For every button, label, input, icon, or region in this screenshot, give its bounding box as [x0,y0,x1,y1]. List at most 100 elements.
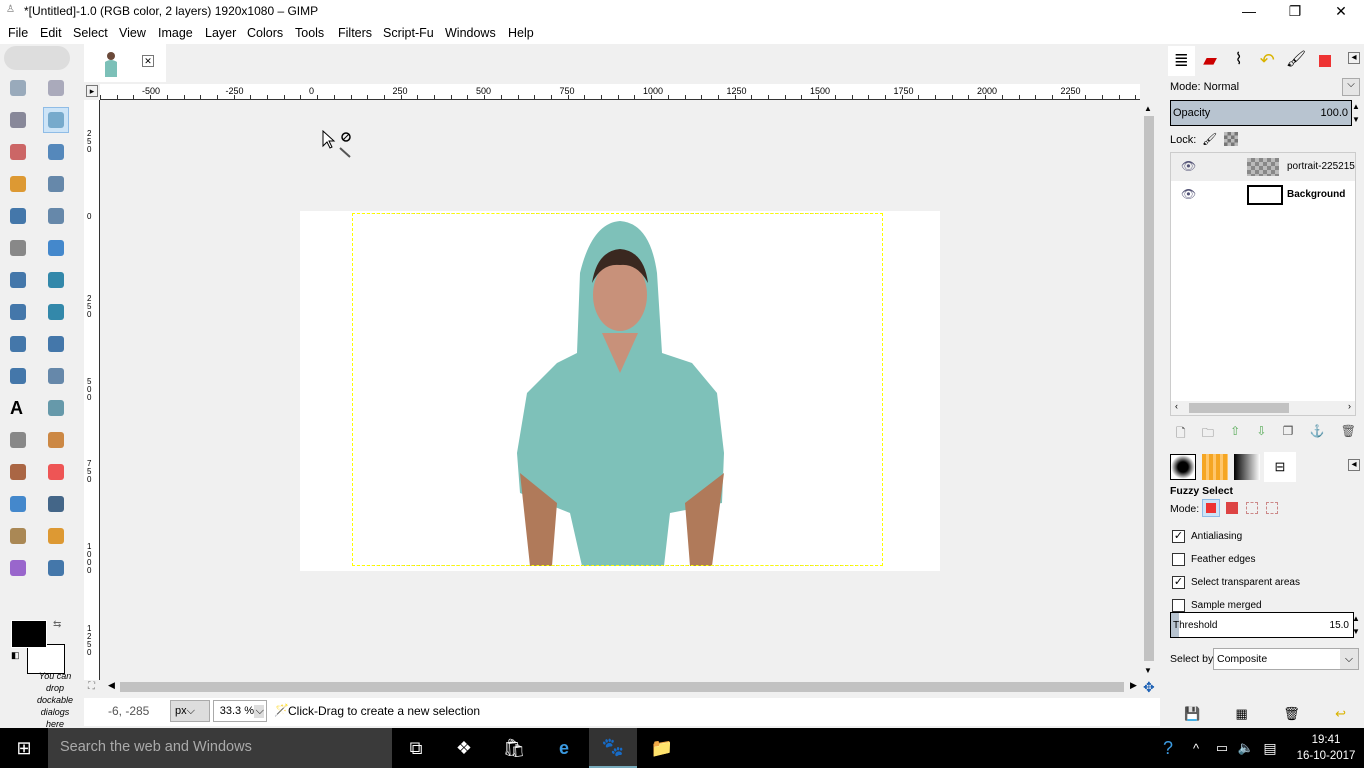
option-select-transparent-areas[interactable]: ✓ Select transparent areas [1172,576,1300,589]
tab-channels[interactable]: ▰ [1197,46,1224,76]
mode-intersect-button[interactable] [1266,502,1278,514]
tool-flip[interactable] [5,363,31,389]
tool-shear[interactable] [5,331,31,357]
menu-image[interactable]: Image [158,26,193,40]
tool-rotate[interactable] [5,299,31,325]
menu-filters[interactable]: Filters [338,26,372,40]
tab-tool-options[interactable]: ⊟ [1264,452,1296,482]
image-canvas[interactable] [100,100,1140,680]
lock-alpha-icon[interactable] [1224,132,1238,146]
menu-colors[interactable]: Colors [247,26,283,40]
checkbox[interactable] [1172,599,1185,612]
tool-measure[interactable] [5,235,31,261]
horizontal-ruler[interactable]: -500 -250 0 250 500 750 1000 1250 1500 1750 2000 22… [100,84,1140,100]
notifications-icon[interactable]: ▤ [1258,728,1282,768]
tab-gradients[interactable] [1234,454,1260,480]
help-tray-icon[interactable]: ? [1156,728,1180,768]
menu-file[interactable]: File [8,26,28,40]
tool-fuzzy-select[interactable] [43,107,69,133]
search-box[interactable]: Search the web and Windows [48,728,392,768]
option-sample-merged[interactable]: Sample merged [1172,599,1262,612]
lower-layer-icon[interactable]: ⇩ [1256,424,1266,445]
tool-heal[interactable] [43,523,69,549]
tool-bucket-fill[interactable] [43,395,69,421]
anchor-layer-icon[interactable]: ⚓ [1310,424,1325,445]
tool-blend[interactable] [5,427,31,453]
zoom-image-toggle-icon[interactable]: ⛶ [88,681,95,692]
tab-selection-editor[interactable] [1311,46,1338,76]
close-tab-icon[interactable]: ✕ [142,55,154,67]
threshold-slider[interactable]: Threshold 15.0 [1170,612,1354,638]
menu-help[interactable]: Help [508,26,534,40]
zoom-dropdown[interactable]: 33.3 % ⌵ [213,700,267,722]
tool-ink[interactable] [43,491,69,517]
tab-brushes-dialog[interactable] [1170,454,1196,480]
layer-mode-dropdown[interactable]: ⌵ [1342,78,1360,96]
tab-layers[interactable]: ≣ [1168,46,1195,76]
checkbox[interactable]: ✓ [1172,530,1185,543]
horizontal-scrollbar[interactable]: ◀ ▶ [100,680,1140,694]
lock-pixels-icon[interactable]: 🖌 [1202,132,1217,146]
tool-move[interactable] [43,235,69,261]
select-by-dropdown[interactable]: Composite ⌵ [1213,648,1359,670]
minimize-button[interactable]: — [1226,0,1272,22]
new-layer-icon[interactable]: 🗋 [1176,424,1186,445]
raise-layer-icon[interactable]: ⇧ [1230,424,1240,445]
duplicate-layer-icon[interactable]: ❐ [1283,424,1294,445]
gimp-taskbar-button[interactable]: 🐾 [589,728,637,768]
battery-icon[interactable]: ▭ [1210,728,1234,768]
volume-icon[interactable]: 🔈 [1234,728,1258,768]
tool-perspective[interactable] [43,331,69,357]
store-button[interactable]: 🛍 [490,728,538,768]
menu-tools[interactable]: Tools [295,26,324,40]
mode-subtract-button[interactable] [1246,502,1258,514]
configure-tab-icon[interactable]: ◂ [1348,52,1360,64]
show-hidden-icons-button[interactable]: ^ [1184,728,1208,768]
option-feather-edges[interactable]: Feather edges [1172,553,1256,566]
tab-undo-history[interactable]: ↶ [1254,46,1281,76]
image-tab[interactable]: ✕ [84,44,166,82]
layer-row[interactable]: 👁 portrait-2252156_ [1171,153,1355,181]
tool-scissors[interactable] [43,139,69,165]
menu-script-fu[interactable]: Script-Fu [383,26,434,40]
foreground-color-swatch[interactable] [11,620,47,648]
tool-text[interactable]: A [5,395,31,421]
visibility-eye-icon[interactable]: 👁 [1181,159,1196,173]
configure-tab-icon[interactable]: ◂ [1348,459,1360,471]
tool-align[interactable] [5,267,31,293]
file-explorer-button[interactable]: 📁 [638,728,686,768]
mode-add-button[interactable] [1226,502,1238,514]
tool-blur[interactable] [43,555,69,581]
tool-paintbrush[interactable] [5,459,31,485]
tab-paths[interactable]: ⌇ [1225,46,1252,76]
close-button[interactable]: ✕ [1318,0,1364,22]
delete-options-icon[interactable]: 🗑 [1283,706,1300,722]
tool-clone[interactable] [5,523,31,549]
tool-perspective-clone[interactable] [5,555,31,581]
checkbox[interactable]: ✓ [1172,576,1185,589]
unit-dropdown[interactable]: px⌵ [170,700,210,722]
tool-rect-select[interactable] [5,75,31,101]
menu-windows[interactable]: Windows [445,26,496,40]
delete-layer-icon[interactable]: 🗑 [1341,424,1356,445]
vertical-scrollbar[interactable]: ▲ ▼ [1142,100,1156,680]
layers-hscrollbar[interactable]: ‹ › [1171,401,1355,415]
default-colors-icon[interactable]: ◧ [11,650,20,661]
reset-options-icon[interactable]: ↩ [1335,706,1346,722]
save-options-icon[interactable]: 💾 [1184,706,1200,722]
opacity-slider[interactable]: Opacity 100.0 [1170,100,1352,126]
tool-ellipse-select[interactable] [43,75,69,101]
tool-cage[interactable] [43,363,69,389]
menu-view[interactable]: View [119,26,146,40]
tool-color-picker[interactable] [5,203,31,229]
menu-edit[interactable]: Edit [40,26,62,40]
clock[interactable]: 19:41 16-10-2017 [1288,732,1364,764]
quick-mask-menu-icon[interactable]: ▸ [86,85,98,97]
threshold-spinner[interactable]: ▲ ▼ [1352,612,1360,638]
checkbox[interactable] [1172,553,1185,566]
opacity-spinner[interactable]: ▲ ▼ [1352,100,1360,126]
navigate-icon[interactable]: ✥ [1143,679,1155,696]
tool-select-by-color[interactable] [5,139,31,165]
restore-button[interactable]: ❐ [1272,0,1318,22]
task-view-button[interactable]: ⧉ [392,728,440,768]
